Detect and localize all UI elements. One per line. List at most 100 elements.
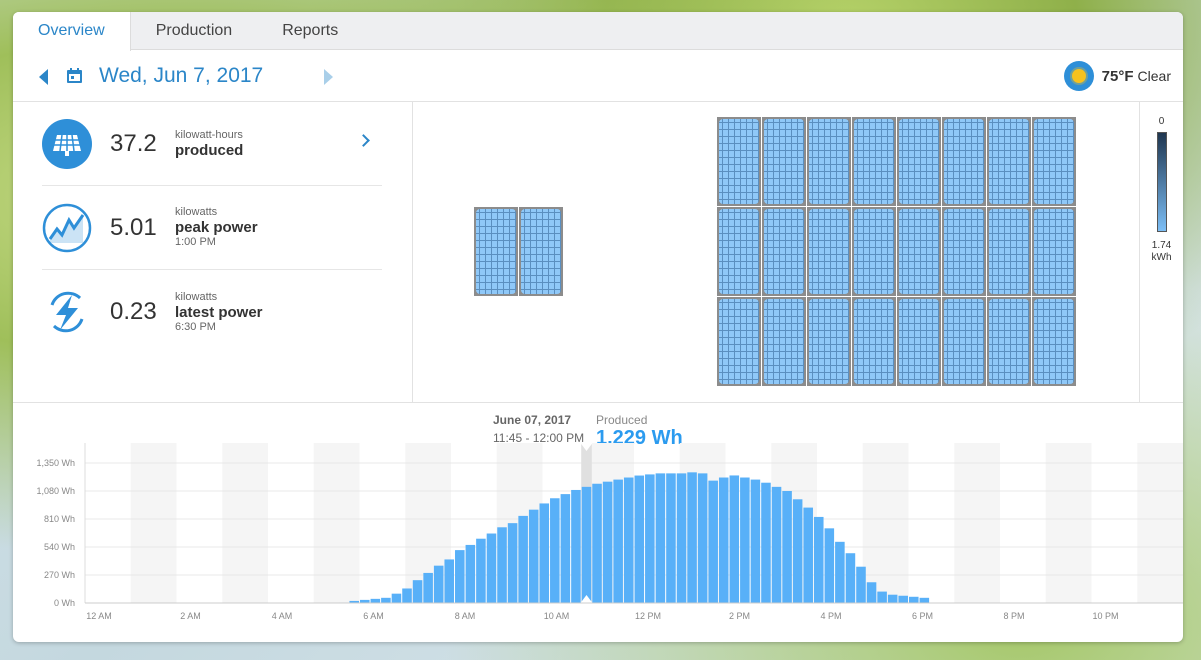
summary-section: 37.2 kilowatt-hours produced 5.01 kilowa… [13, 102, 1183, 403]
chart-bar[interactable] [497, 527, 507, 603]
solar-panel[interactable] [942, 207, 986, 296]
chart-bar[interactable] [381, 597, 391, 603]
chart-bar[interactable] [718, 477, 729, 603]
chart-bar[interactable] [507, 523, 518, 603]
tab-reports[interactable]: Reports [257, 12, 363, 49]
chart-bar[interactable] [909, 596, 919, 603]
chart-bar[interactable] [792, 499, 803, 603]
x-tick-label: 2 PM [729, 611, 750, 621]
solar-panel[interactable] [474, 207, 518, 296]
chart-bar[interactable] [528, 509, 539, 603]
solar-panel[interactable] [519, 207, 563, 296]
solar-panel[interactable] [897, 207, 941, 296]
solar-panel-cells [1034, 209, 1074, 294]
chart-bar[interactable] [687, 472, 697, 603]
solar-panel[interactable] [852, 117, 896, 206]
chart-bar[interactable] [592, 483, 602, 603]
previous-day-icon[interactable] [39, 69, 48, 85]
solar-panel[interactable] [942, 117, 986, 206]
chart-bar[interactable] [550, 498, 560, 603]
solar-panel-cells [719, 209, 759, 294]
chart-bar[interactable] [602, 481, 613, 603]
chart-bar[interactable] [465, 544, 476, 603]
tab-overview[interactable]: Overview [13, 12, 131, 51]
solar-panel-icon [42, 118, 92, 169]
chart-bar[interactable] [676, 473, 687, 603]
chart-bar[interactable] [824, 528, 835, 603]
chart-bar[interactable] [455, 550, 465, 603]
chart-bar[interactable] [782, 491, 792, 603]
chart-bar[interactable] [887, 594, 898, 603]
chart-bar[interactable] [402, 588, 412, 603]
solar-panel[interactable] [762, 207, 806, 296]
solar-panel[interactable] [987, 207, 1031, 296]
chart-bar[interactable] [623, 477, 634, 603]
solar-panel[interactable] [717, 117, 761, 206]
chart-bar[interactable] [697, 473, 708, 603]
chart-bar[interactable] [750, 479, 761, 603]
solar-panel[interactable] [942, 297, 986, 386]
chart-bar[interactable] [898, 595, 908, 603]
chart-bar[interactable] [666, 473, 676, 603]
chart-bar[interactable] [845, 553, 856, 603]
solar-panel[interactable] [852, 297, 896, 386]
chart-bar[interactable] [613, 479, 623, 603]
chart-bar[interactable] [708, 480, 718, 603]
solar-panel[interactable] [1032, 117, 1076, 206]
solar-panel-cells [764, 119, 804, 204]
solar-panel[interactable] [852, 207, 896, 296]
solar-panel-cells [809, 119, 849, 204]
chart-bar[interactable] [486, 533, 497, 603]
x-tick-label: 4 AM [272, 611, 293, 621]
chart-bar[interactable] [476, 538, 486, 603]
chart-bar[interactable] [655, 473, 666, 603]
solar-panel[interactable] [987, 117, 1031, 206]
chart-bar[interactable] [803, 507, 813, 603]
solar-panel[interactable] [897, 297, 941, 386]
solar-panel[interactable] [807, 117, 851, 206]
production-bar-chart[interactable]: 1,350 Wh 1,080 Wh 810 Wh 540 Wh 270 Wh 0 Wh 12… [13, 439, 1183, 639]
chart-bar[interactable] [729, 475, 740, 603]
chart-bar[interactable] [433, 565, 444, 603]
x-tick-label: 8 AM [455, 611, 476, 621]
chart-bar[interactable] [645, 474, 655, 603]
chart-bar[interactable] [866, 582, 877, 603]
chart-bar[interactable] [581, 486, 592, 603]
solar-panel[interactable] [717, 207, 761, 296]
chart-bar[interactable] [813, 516, 824, 603]
solar-panel[interactable] [987, 297, 1031, 386]
chart-bar[interactable] [634, 475, 645, 603]
solar-panel[interactable] [717, 297, 761, 386]
chart-bar[interactable] [740, 477, 750, 603]
calendar-icon[interactable] [66, 67, 83, 84]
chevron-right-icon[interactable] [357, 134, 370, 147]
tab-production[interactable]: Production [131, 12, 258, 49]
chart-bar[interactable] [571, 489, 581, 603]
chart-bar[interactable] [370, 598, 381, 603]
solar-panel[interactable] [807, 297, 851, 386]
solar-panel[interactable] [1032, 297, 1076, 386]
stat-energy-produced[interactable]: 37.2 kilowatt-hours produced [42, 102, 382, 186]
chart-bar[interactable] [919, 597, 930, 603]
chart-bar[interactable] [391, 593, 402, 603]
stat-time: 6:30 PM [175, 320, 216, 333]
solar-panel[interactable] [897, 117, 941, 206]
x-tick-label: 10 PM [1092, 611, 1118, 621]
solar-panel[interactable] [807, 207, 851, 296]
chart-bar[interactable] [423, 572, 433, 603]
solar-panel[interactable] [762, 297, 806, 386]
current-date[interactable]: Wed, Jun 7, 2017 [99, 64, 263, 88]
chart-bar[interactable] [771, 486, 782, 603]
chart-bar[interactable] [835, 541, 845, 603]
chart-bar[interactable] [856, 566, 866, 603]
chart-bar[interactable] [539, 503, 550, 603]
solar-panel[interactable] [762, 117, 806, 206]
next-day-icon[interactable] [324, 69, 333, 85]
chart-bar[interactable] [444, 559, 455, 603]
chart-bar[interactable] [518, 515, 528, 603]
chart-bar[interactable] [761, 482, 771, 603]
solar-panel[interactable] [1032, 207, 1076, 296]
chart-bar[interactable] [877, 591, 887, 603]
chart-bar[interactable] [560, 494, 571, 603]
chart-bar[interactable] [412, 580, 423, 603]
